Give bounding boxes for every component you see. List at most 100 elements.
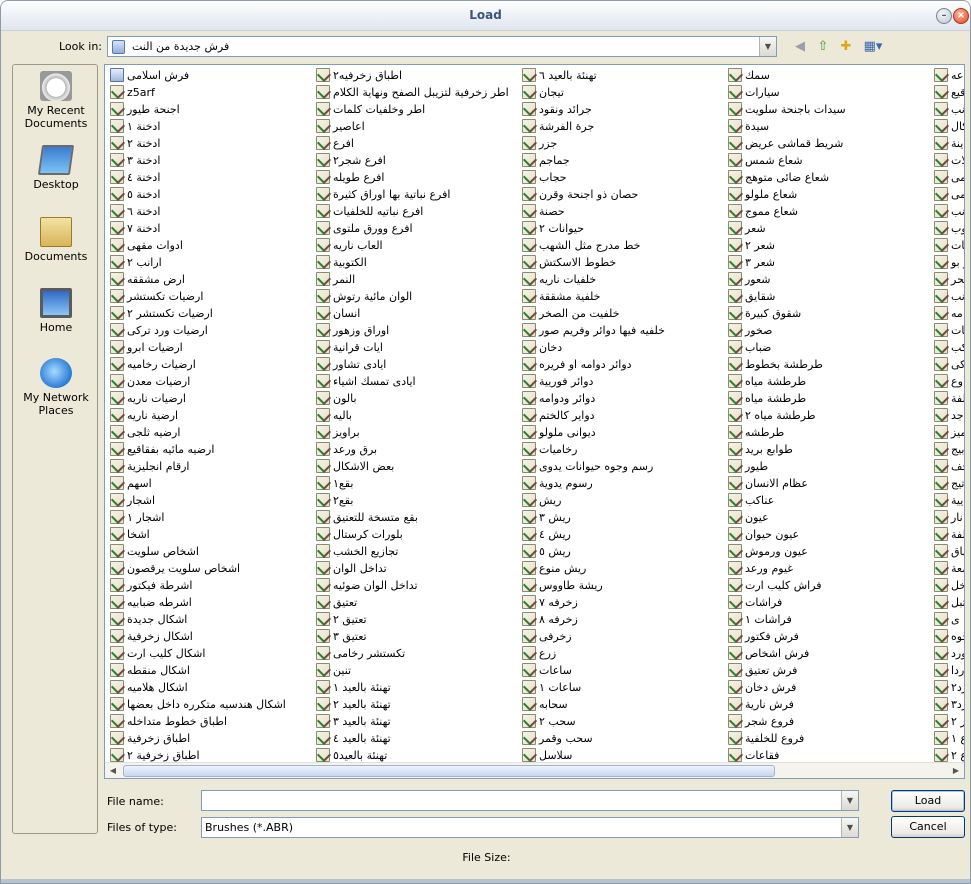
file-item[interactable]: فرش اشخاص	[726, 645, 931, 662]
file-item[interactable]: ارضيات معدن	[108, 373, 313, 390]
file-item[interactable]: تداخل الوان ضوئيه	[314, 577, 519, 594]
file-item[interactable]: خل	[932, 577, 964, 594]
file-item[interactable]: ارضية ناريه	[108, 407, 313, 424]
file-item[interactable]: ريش ٥	[520, 543, 725, 560]
file-name-input[interactable]	[202, 791, 838, 810]
file-item[interactable]: اجنحة طيور	[108, 101, 313, 118]
file-item[interactable]: دواير كالختم	[520, 407, 725, 424]
file-item[interactable]: فراشات ١	[726, 611, 931, 628]
file-item[interactable]: جزر	[520, 135, 725, 152]
file-item[interactable]: تهنئة بالعيد ١	[314, 679, 519, 696]
file-item[interactable]: افرع طويله	[314, 169, 519, 186]
file-item[interactable]: اشخا	[108, 526, 313, 543]
file-item[interactable]: رخاميات	[520, 441, 725, 458]
file-item[interactable]: اشكال كليب ارت	[108, 645, 313, 662]
file-item[interactable]: انب	[932, 101, 964, 118]
file-item[interactable]: ارضيات تكستشر	[108, 288, 313, 305]
file-item[interactable]: رسم وجوه حيوانات يدوى	[520, 458, 725, 475]
file-item[interactable]: ارقام انجليزية	[108, 458, 313, 475]
file-item[interactable]: ر بو	[932, 254, 964, 271]
file-item[interactable]: ى	[932, 611, 964, 628]
file-item[interactable]: ميز	[932, 424, 964, 441]
file-item[interactable]: حف	[932, 458, 964, 475]
file-item[interactable]: الكتوبية	[314, 254, 519, 271]
file-item[interactable]: فراشات	[726, 594, 931, 611]
file-item[interactable]: طيور	[726, 458, 931, 475]
file-item[interactable]: ينة	[932, 135, 964, 152]
file-item[interactable]: فراش كليب ارت	[726, 577, 931, 594]
scroll-thumb[interactable]	[123, 765, 775, 777]
file-item[interactable]: شعاع مموج	[726, 203, 931, 220]
file-type-dropdown[interactable]: Brushes (*.ABR) ▼	[201, 817, 859, 838]
file-item[interactable]: شريط قماشى عريض	[726, 135, 931, 152]
file-item[interactable]: سحب ٢	[520, 713, 725, 730]
file-item[interactable]: زرع	[520, 645, 725, 662]
file-item[interactable]: سيدة	[726, 118, 931, 135]
file-item[interactable]: خلفيات ناريه	[520, 271, 725, 288]
file-item[interactable]: اوراق وزهور	[314, 322, 519, 339]
file-item[interactable]: ارانب ٢	[108, 254, 313, 271]
file-item[interactable]: طرطشة مياه	[726, 373, 931, 390]
file-item[interactable]: ريش ٣	[520, 509, 725, 526]
file-item[interactable]: شقايق	[726, 288, 931, 305]
file-item[interactable]: عيون ورموش	[726, 543, 931, 560]
up-folder-icon[interactable]: ⇧	[814, 38, 832, 56]
file-item[interactable]: برق ورعد	[314, 441, 519, 458]
file-item[interactable]: خط مدرج مثل الشهب	[520, 237, 725, 254]
file-item[interactable]: لفة	[932, 526, 964, 543]
file-item[interactable]: اشرطه ضبابيه	[108, 594, 313, 611]
file-item[interactable]: جماجم	[520, 152, 725, 169]
file-item[interactable]: اطباق زخرفية	[108, 730, 313, 747]
file-item[interactable]: بالون	[314, 390, 519, 407]
file-item[interactable]: اشخاص سلويت يرقصون	[108, 560, 313, 577]
file-item[interactable]: بلورات كرستال	[314, 526, 519, 543]
file-item[interactable]: حصان ذو اجنحة وقرن	[520, 186, 725, 203]
back-arrow-icon[interactable]: ◀	[791, 38, 809, 56]
file-item[interactable]: بقع٢	[314, 492, 519, 509]
file-item[interactable]: لمى	[932, 169, 964, 186]
chevron-down-icon[interactable]: ▼	[759, 37, 776, 56]
file-item[interactable]: ساعات ١	[520, 679, 725, 696]
file-item[interactable]: اشكال منقطه	[108, 662, 313, 679]
file-item[interactable]: يات	[932, 322, 964, 339]
file-item[interactable]: تيجان	[520, 84, 725, 101]
file-item[interactable]: ورد	[932, 645, 964, 662]
file-item[interactable]: طرطشه	[726, 424, 931, 441]
file-item[interactable]: النمر	[314, 271, 519, 288]
file-item[interactable]: نب	[932, 288, 964, 305]
file-item[interactable]: تيج	[932, 475, 964, 492]
file-item[interactable]: فرش اسلامى	[108, 67, 313, 84]
file-item[interactable]: عناكب	[726, 492, 931, 509]
file-item[interactable]: جوه	[932, 628, 964, 645]
file-item[interactable]: دخان	[520, 339, 725, 356]
file-item[interactable]: انب	[932, 203, 964, 220]
file-item[interactable]: افرع وورق ملتوى	[314, 220, 519, 237]
views-menu-icon[interactable]: ▦▾	[860, 38, 886, 56]
file-item[interactable]: ارضيه مائيه بفقاقيع	[108, 441, 313, 458]
file-item[interactable]: حيوانات ٢	[520, 220, 725, 237]
file-item[interactable]: ع ١	[932, 730, 964, 747]
load-button[interactable]: Load	[891, 790, 965, 812]
file-item[interactable]: شقوق كبيرة	[726, 305, 931, 322]
file-item[interactable]: ديوانى ملولو	[520, 424, 725, 441]
file-item[interactable]: عيون	[726, 509, 931, 526]
file-item[interactable]: ادوات مقهى	[108, 237, 313, 254]
file-item[interactable]: تبل	[932, 594, 964, 611]
file-item[interactable]: خلفية مشققة	[520, 288, 725, 305]
file-item[interactable]: ايادى تشاور	[314, 356, 519, 373]
file-item[interactable]: شعور	[726, 271, 931, 288]
file-item[interactable]: اشجار ١	[108, 509, 313, 526]
file-item[interactable]: رد٣	[932, 696, 964, 713]
file-item[interactable]: اطباق خطوط متداخله	[108, 713, 313, 730]
file-item[interactable]: مه	[932, 305, 964, 322]
new-folder-icon[interactable]: ✚	[837, 38, 855, 56]
file-item[interactable]: ارضيات تكستشر ٢	[108, 305, 313, 322]
file-item[interactable]: اطر زخرفية لتزيبل الصفح ونهاية الكلام	[314, 84, 519, 101]
file-item[interactable]: اجد	[932, 407, 964, 424]
file-item[interactable]: شعاع ملولو	[726, 186, 931, 203]
file-item[interactable]: تهنئة بالعيد ٢	[314, 696, 519, 713]
file-item[interactable]: ريش	[520, 492, 725, 509]
file-item[interactable]: وب	[932, 220, 964, 237]
file-item[interactable]: حصنة	[520, 203, 725, 220]
file-item[interactable]: كب	[932, 339, 964, 356]
